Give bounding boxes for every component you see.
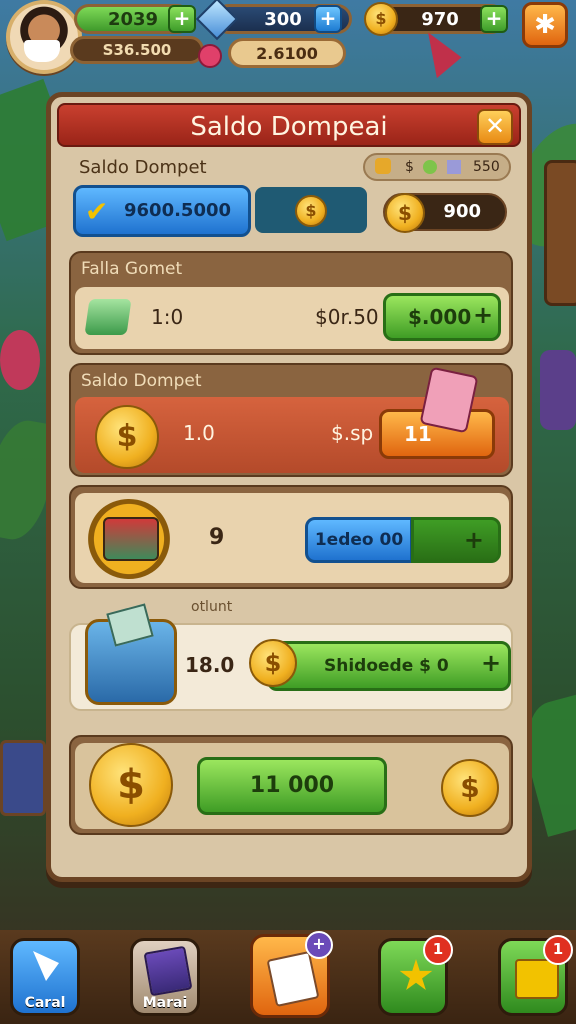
event-counter: 2.6100	[228, 38, 346, 68]
tab-caral-label: Caral	[24, 995, 66, 1011]
tab-cards[interactable]: +	[250, 931, 333, 1018]
gold-coin-icon: $	[249, 639, 297, 687]
add-gems-button[interactable]: +	[314, 5, 342, 33]
chest-decoration	[0, 740, 46, 816]
star-icon	[399, 959, 433, 990]
tab-caral[interactable]: Caral	[10, 938, 80, 1016]
check-icon: ✔	[85, 195, 109, 228]
gems-value: 300	[264, 8, 302, 30]
offer-section-5: $ 11 000 $	[69, 735, 513, 835]
coin-pile-icon: $	[89, 743, 173, 827]
plus-icon: +	[473, 301, 494, 329]
tab-marai-label: Marai	[142, 995, 188, 1011]
offer-4-tag: otlunt	[191, 599, 233, 615]
notification-badge: 1	[543, 935, 573, 965]
coins-value: 2039	[107, 8, 159, 30]
offer-2-row: $ 1.0 $.sp 11	[75, 366, 509, 473]
green-gem-icon	[423, 160, 437, 174]
tab-rewards[interactable]: 1	[378, 935, 453, 1016]
side-board-decoration	[544, 160, 576, 306]
notification-badge: 1	[423, 935, 453, 965]
offer-section-2: Saldo Dompet $ 1.0 $.sp 11	[69, 363, 513, 477]
top-resource-bar: 2039 + 300 + 970 $ + ✱ S36.500 2.6100	[0, 0, 576, 80]
offer-4-button-value: Shidoede $ 0	[324, 656, 449, 676]
wallet-gold-chip: $	[255, 187, 367, 233]
pointer-icon	[33, 951, 59, 981]
wallet-gold-value: 900	[443, 201, 481, 222]
panel-title: Saldo Dompeai	[190, 112, 388, 142]
emerald-stack-icon	[84, 299, 132, 335]
gold-coin-icon: $	[364, 2, 398, 36]
add-gold-button[interactable]: +	[480, 5, 508, 33]
offer-1-label: Falla Gomet	[81, 259, 183, 279]
offer-1-price: $0r.50	[315, 305, 379, 329]
gold-coin-icon: $	[441, 759, 499, 817]
wallet-blue-value: 9600.5000	[124, 200, 232, 221]
offer-5-row: $ 11 000 $	[75, 743, 509, 829]
scroll-icon	[515, 959, 559, 999]
large-gold-coin-icon: $	[95, 405, 159, 469]
gift-box-coins-icon	[87, 499, 171, 579]
tab-marai[interactable]: Marai	[130, 938, 200, 1016]
player-avatar[interactable]	[6, 0, 82, 74]
offer-1-row: 1:0 $0r.50 $.000 +	[75, 287, 509, 349]
offer-2-button-value: 11	[404, 422, 432, 446]
subheader-resources: $ 550	[363, 153, 511, 181]
subheader-value: 550	[473, 159, 500, 175]
offer-4-amount: 18.0	[185, 653, 235, 677]
offer-3-buy-button[interactable]: 1edeo 00	[305, 517, 413, 563]
player-balance: S36.500	[70, 36, 204, 64]
tab-quests[interactable]: 1	[498, 935, 573, 1016]
offer-2-price: $.sp	[331, 421, 374, 445]
add-coins-button[interactable]: +	[168, 5, 196, 33]
subheader-label: Saldo Dompet	[79, 157, 207, 178]
subheader-currency: $	[405, 159, 414, 175]
card-icon	[266, 950, 320, 1008]
gift-icon	[143, 945, 193, 997]
gold-value: 970	[421, 8, 459, 30]
plus-icon: +	[305, 931, 333, 959]
offer-5-button-value: 11 000	[249, 773, 335, 798]
offer-5-buy-button[interactable]: 11 000	[197, 757, 387, 815]
settings-gear-icon[interactable]: ✱	[522, 2, 568, 48]
offer-3-amount: 9	[209, 525, 225, 550]
jar-decoration	[540, 350, 576, 430]
offer-section-3: 9 1edeo 00 +	[69, 485, 513, 589]
offer-3-add-button[interactable]: +	[411, 517, 501, 563]
offer-2-amount: 1.0	[183, 421, 215, 445]
plus-icon: +	[481, 649, 502, 677]
offer-1-amount: 1:0	[151, 305, 184, 329]
close-button[interactable]: ✕	[477, 109, 513, 145]
event-value: 2.6100	[256, 43, 318, 63]
offer-3-button-value: 1edeo 00	[314, 530, 404, 550]
player-balance-value: S36.500	[102, 41, 172, 59]
offer-2-label: Saldo Dompet	[81, 371, 202, 391]
offer-1-button-value: $.000	[408, 305, 472, 329]
offer-4-buy-button[interactable]: Shidoede $ 0	[267, 641, 511, 691]
gold-coin-icon: $	[385, 193, 425, 233]
flower-decoration	[0, 330, 40, 390]
banner-flag-icon	[414, 32, 465, 83]
offer-section-4: 18.0 Shidoede $ 0 $ +	[69, 603, 513, 711]
panel-header: Saldo Dompeai ✕	[57, 103, 521, 147]
offer-section-1: Falla Gomet 1:0 $0r.50 $.000 +	[69, 251, 513, 355]
offer-3-row: 9 1edeo 00 +	[75, 493, 509, 583]
candy-icon	[198, 44, 222, 68]
treasure-chest-icon	[85, 603, 177, 705]
gold-star-coin-icon: $	[295, 195, 327, 227]
card-icon	[447, 160, 461, 174]
gold-nugget-icon	[375, 158, 391, 174]
wallet-panel: Saldo Dompeai ✕ Saldo Dompet $ 550 9600.…	[46, 92, 532, 882]
